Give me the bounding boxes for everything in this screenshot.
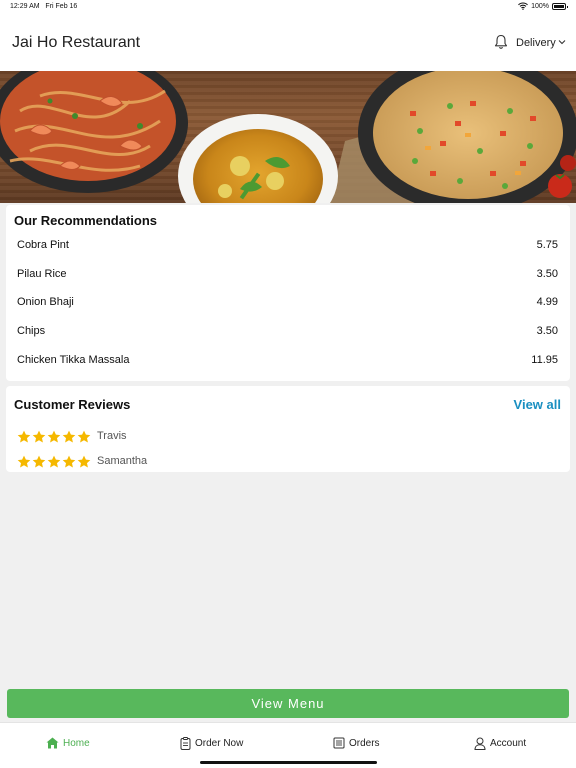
tab-orders-label: Orders (349, 737, 380, 749)
restaurant-title: Jai Ho Restaurant (12, 34, 141, 51)
bell-icon[interactable] (494, 34, 508, 50)
order-icon (180, 737, 191, 750)
star-icon (77, 430, 91, 442)
item-name: Pilau Rice (17, 267, 67, 280)
tab-account[interactable]: Account (474, 737, 526, 750)
food-dishes-illustration (0, 71, 576, 203)
tab-home-label: Home (63, 737, 90, 749)
tab-home[interactable]: Home (46, 737, 90, 749)
status-clock: 12:29 AM (10, 3, 40, 10)
orders-list-icon (333, 737, 345, 749)
battery-percent: 100% (531, 2, 549, 10)
reviewer-name: Samantha (97, 455, 148, 467)
recommendation-item[interactable]: Onion Bhaji 4.99 (6, 288, 570, 317)
star-rating (17, 455, 91, 468)
battery-icon (552, 2, 568, 10)
delivery-selector[interactable]: Delivery (516, 37, 556, 49)
tab-orders[interactable]: Orders (333, 737, 380, 749)
home-icon (46, 737, 59, 749)
reviews-title: Customer Reviews (14, 397, 131, 412)
view-all-link[interactable]: View all (514, 397, 561, 412)
view-menu-button[interactable]: View Menu (7, 689, 569, 718)
food-banner-image (0, 71, 576, 203)
star-icon (62, 430, 76, 442)
tab-order-now-label: Order Now (195, 738, 244, 749)
status-right: 100% (518, 2, 568, 10)
account-icon (474, 737, 486, 750)
tab-account-label: Account (490, 738, 527, 749)
reviews-card: Customer Reviews View all Travis Samanth… (6, 386, 570, 472)
star-icon (47, 430, 61, 442)
star-icon (32, 455, 46, 467)
chevron-down-icon[interactable] (558, 38, 566, 46)
item-name: Cobra Pint (17, 239, 69, 252)
star-icon (17, 430, 31, 442)
item-price: 3.50 (536, 267, 558, 280)
item-price: 4.99 (536, 296, 558, 309)
star-icon (32, 430, 46, 442)
battery-fill (554, 4, 564, 8)
recommendation-item[interactable]: Cobra Pint 5.75 (6, 231, 570, 260)
tab-order-now[interactable]: Order Now (180, 737, 243, 750)
recommendation-item[interactable]: Chips 3.50 (6, 317, 570, 346)
recommendations-title: Our Recommendations (14, 213, 158, 228)
star-icon (62, 455, 76, 467)
star-icon (47, 455, 61, 467)
item-name: Onion Bhaji (17, 296, 74, 309)
star-icon (77, 455, 91, 467)
review-item[interactable]: Samantha (17, 453, 147, 469)
item-price: 5.75 (536, 239, 558, 252)
home-indicator (200, 761, 377, 764)
item-name: Chicken Tikka Massala (17, 353, 130, 366)
review-item[interactable]: Travis (17, 428, 127, 444)
star-icon (17, 455, 31, 467)
reviewer-name: Travis (97, 430, 127, 442)
status-date: Fri Feb 16 (45, 3, 78, 10)
app-header: Jai Ho Restaurant Delivery (0, 14, 576, 71)
recommendations-card: Our Recommendations Cobra Pint 5.75 Pila… (6, 205, 570, 381)
item-price: 3.50 (536, 325, 558, 338)
wifi-icon (518, 2, 528, 10)
recommendation-item[interactable]: Pilau Rice 3.50 (6, 260, 570, 289)
status-time: 12:29 AM Fri Feb 16 (10, 3, 77, 10)
item-name: Chips (17, 325, 46, 338)
recommendations-list: Cobra Pint 5.75 Pilau Rice 3.50 Onion Bh… (6, 231, 570, 374)
star-rating (17, 430, 91, 443)
item-price: 11.95 (531, 353, 558, 366)
status-bar: 12:29 AM Fri Feb 16 100% (0, 0, 576, 14)
recommendation-item[interactable]: Chicken Tikka Massala 11.95 (6, 345, 570, 374)
